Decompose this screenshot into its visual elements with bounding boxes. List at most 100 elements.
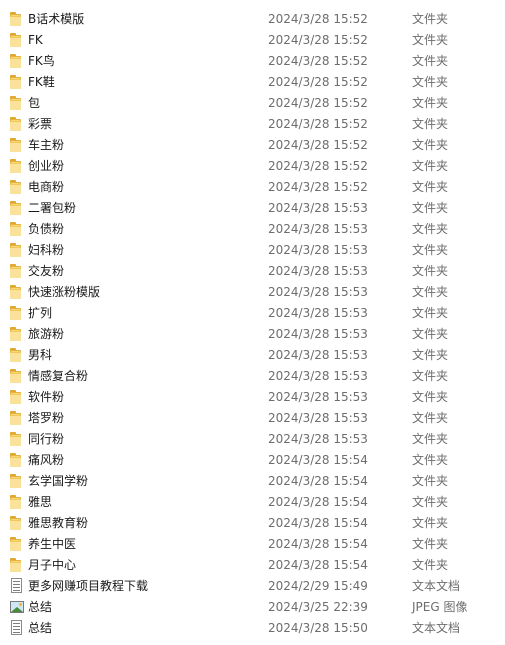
folder-icon [9, 536, 25, 552]
file-row[interactable]: 总结 2024/3/28 15:50 文本文档 [0, 617, 505, 638]
file-modified-date: 2024/3/28 15:54 [268, 494, 368, 509]
file-name: 创业粉 [28, 159, 65, 173]
file-row[interactable]: 包 2024/3/28 15:52 文件夹 [0, 92, 505, 113]
file-row[interactable]: 交友粉 2024/3/28 15:53 文件夹 [0, 260, 505, 281]
file-type: 文件夹 [412, 33, 449, 47]
file-type: 文件夹 [412, 96, 449, 110]
text-document-icon [9, 619, 25, 636]
file-row[interactable]: 软件粉 2024/3/28 15:53 文件夹 [0, 386, 505, 407]
file-row[interactable]: 月子中心 2024/3/28 15:54 文件夹 [0, 554, 505, 575]
file-modified-date: 2024/3/28 15:52 [268, 74, 368, 89]
folder-icon [9, 515, 25, 531]
file-modified-date: 2024/3/28 15:54 [268, 452, 368, 467]
file-row[interactable]: 扩列 2024/3/28 15:53 文件夹 [0, 302, 505, 323]
file-list: B话术模版 2024/3/28 15:52 文件夹 FK 2024/3/28 15:52… [0, 0, 505, 645]
text-document-icon [9, 577, 25, 594]
file-type: 文件夹 [412, 54, 449, 68]
file-type: 文件夹 [412, 285, 449, 299]
file-type: 文件夹 [412, 201, 449, 215]
file-row[interactable]: 雅思 2024/3/28 15:54 文件夹 [0, 491, 505, 512]
file-type: JPEG 图像 [412, 600, 468, 614]
file-modified-date: 2024/3/28 15:53 [268, 200, 368, 215]
file-modified-date: 2024/3/28 15:53 [268, 347, 368, 362]
file-row[interactable]: 二署包粉 2024/3/28 15:53 文件夹 [0, 197, 505, 218]
file-row[interactable]: 彩票 2024/3/28 15:52 文件夹 [0, 113, 505, 134]
file-name: 雅思 [28, 495, 53, 509]
folder-icon [9, 410, 25, 426]
file-name: 情感复合粉 [28, 369, 89, 383]
file-row[interactable]: 情感复合粉 2024/3/28 15:53 文件夹 [0, 365, 505, 386]
file-row[interactable]: 同行粉 2024/3/28 15:53 文件夹 [0, 428, 505, 449]
file-type: 文件夹 [412, 243, 449, 257]
file-name: 总结 [28, 621, 53, 635]
file-type: 文件夹 [412, 138, 449, 152]
folder-icon [9, 74, 25, 90]
file-type: 文本文档 [412, 621, 461, 635]
file-modified-date: 2024/3/28 15:53 [268, 242, 368, 257]
folder-icon [9, 116, 25, 132]
file-type: 文件夹 [412, 369, 449, 383]
file-row[interactable]: 玄学国学粉 2024/3/28 15:54 文件夹 [0, 470, 505, 491]
file-row[interactable]: FK 2024/3/28 15:52 文件夹 [0, 29, 505, 50]
file-row[interactable]: 塔罗粉 2024/3/28 15:53 文件夹 [0, 407, 505, 428]
file-modified-date: 2024/3/28 15:54 [268, 473, 368, 488]
file-type: 文件夹 [412, 495, 449, 509]
file-type: 文件夹 [412, 264, 449, 278]
file-name: B话术模版 [28, 12, 85, 26]
file-row[interactable]: 电商粉 2024/3/28 15:52 文件夹 [0, 176, 505, 197]
file-modified-date: 2024/3/28 15:52 [268, 95, 368, 110]
file-row[interactable]: 雅思教育粉 2024/3/28 15:54 文件夹 [0, 512, 505, 533]
file-type: 文件夹 [412, 12, 449, 26]
file-name: 彩票 [28, 117, 53, 131]
file-name: 二署包粉 [28, 201, 77, 215]
folder-icon [9, 242, 25, 258]
file-name: 同行粉 [28, 432, 65, 446]
file-row[interactable]: 男科 2024/3/28 15:53 文件夹 [0, 344, 505, 365]
file-type: 文件夹 [412, 474, 449, 488]
folder-icon [9, 32, 25, 48]
file-type: 文件夹 [412, 453, 449, 467]
file-name: 玄学国学粉 [28, 474, 89, 488]
file-name: 总结 [28, 600, 53, 614]
file-row[interactable]: 创业粉 2024/3/28 15:52 文件夹 [0, 155, 505, 176]
file-type: 文件夹 [412, 390, 449, 404]
file-row[interactable]: 旅游粉 2024/3/28 15:53 文件夹 [0, 323, 505, 344]
file-modified-date: 2024/3/28 15:54 [268, 515, 368, 530]
file-modified-date: 2024/3/28 15:53 [268, 368, 368, 383]
folder-icon [9, 347, 25, 363]
file-type: 文件夹 [412, 306, 449, 320]
file-type: 文件夹 [412, 180, 449, 194]
file-row[interactable]: 车主粉 2024/3/28 15:52 文件夹 [0, 134, 505, 155]
file-row[interactable]: 更多网赚项目教程下载 2024/2/29 15:49 文本文档 [0, 575, 505, 596]
file-modified-date: 2024/3/28 15:52 [268, 158, 368, 173]
file-row[interactable]: 痛风粉 2024/3/28 15:54 文件夹 [0, 449, 505, 470]
file-modified-date: 2024/3/28 15:52 [268, 53, 368, 68]
folder-icon [9, 53, 25, 69]
file-name: 软件粉 [28, 390, 65, 404]
file-name: 塔罗粉 [28, 411, 65, 425]
file-name: 包 [28, 96, 41, 110]
file-row[interactable]: 养生中医 2024/3/28 15:54 文件夹 [0, 533, 505, 554]
file-row[interactable]: 负债粉 2024/3/28 15:53 文件夹 [0, 218, 505, 239]
file-name: 车主粉 [28, 138, 65, 152]
file-row[interactable]: FK鞋 2024/3/28 15:52 文件夹 [0, 71, 505, 92]
file-type: 文件夹 [412, 159, 449, 173]
file-row[interactable]: 快速涨粉模版 2024/3/28 15:53 文件夹 [0, 281, 505, 302]
file-row[interactable]: B话术模版 2024/3/28 15:52 文件夹 [0, 8, 505, 29]
file-modified-date: 2024/3/28 15:53 [268, 410, 368, 425]
folder-icon [9, 158, 25, 174]
file-row[interactable]: 总结 2024/3/25 22:39 JPEG 图像 [0, 596, 505, 617]
file-name: FK [28, 32, 43, 47]
file-name: FK鞋 [28, 75, 55, 89]
file-modified-date: 2024/3/28 15:54 [268, 536, 368, 551]
folder-icon [9, 368, 25, 384]
file-name: 旅游粉 [28, 327, 65, 341]
file-type: 文件夹 [412, 117, 449, 131]
file-row[interactable]: 妇科粉 2024/3/28 15:53 文件夹 [0, 239, 505, 260]
folder-icon [9, 179, 25, 195]
file-name: FK鸟 [28, 54, 55, 68]
folder-icon [9, 221, 25, 237]
file-name: 妇科粉 [28, 243, 65, 257]
file-row[interactable]: FK鸟 2024/3/28 15:52 文件夹 [0, 50, 505, 71]
file-type: 文件夹 [412, 558, 449, 572]
